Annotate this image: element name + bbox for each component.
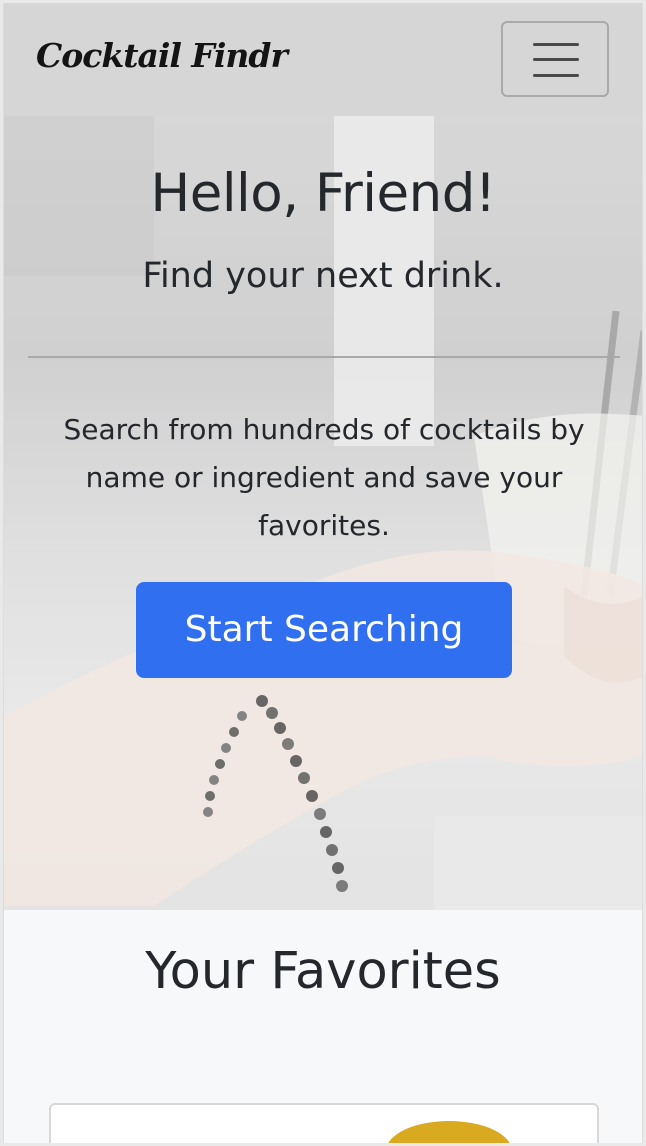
brand-logo[interactable]: Cocktail Findr bbox=[36, 36, 288, 75]
navbar: Cocktail Findr bbox=[4, 3, 642, 116]
hero-description: Search from hundreds of cocktails by nam… bbox=[63, 413, 585, 542]
favorite-card[interactable] bbox=[49, 1103, 599, 1143]
hero-divider bbox=[28, 356, 620, 358]
favorite-card-image bbox=[386, 1121, 512, 1143]
hero-content: Hello, Friend! Find your next drink. Sea… bbox=[4, 116, 642, 910]
navbar-toggler-button[interactable] bbox=[501, 21, 609, 97]
hero-subtitle: Find your next drink. bbox=[142, 256, 504, 296]
page-frame: Cocktail Findr Hello, Friend! Find your … bbox=[3, 3, 643, 1143]
hero-title: Hello, Friend! bbox=[150, 163, 496, 224]
hero-section: Hello, Friend! Find your next drink. Sea… bbox=[4, 116, 642, 910]
favorites-title: Your Favorites bbox=[145, 942, 501, 1001]
start-searching-button[interactable]: Start Searching bbox=[136, 582, 512, 678]
favorites-section: Your Favorites bbox=[4, 910, 642, 1143]
